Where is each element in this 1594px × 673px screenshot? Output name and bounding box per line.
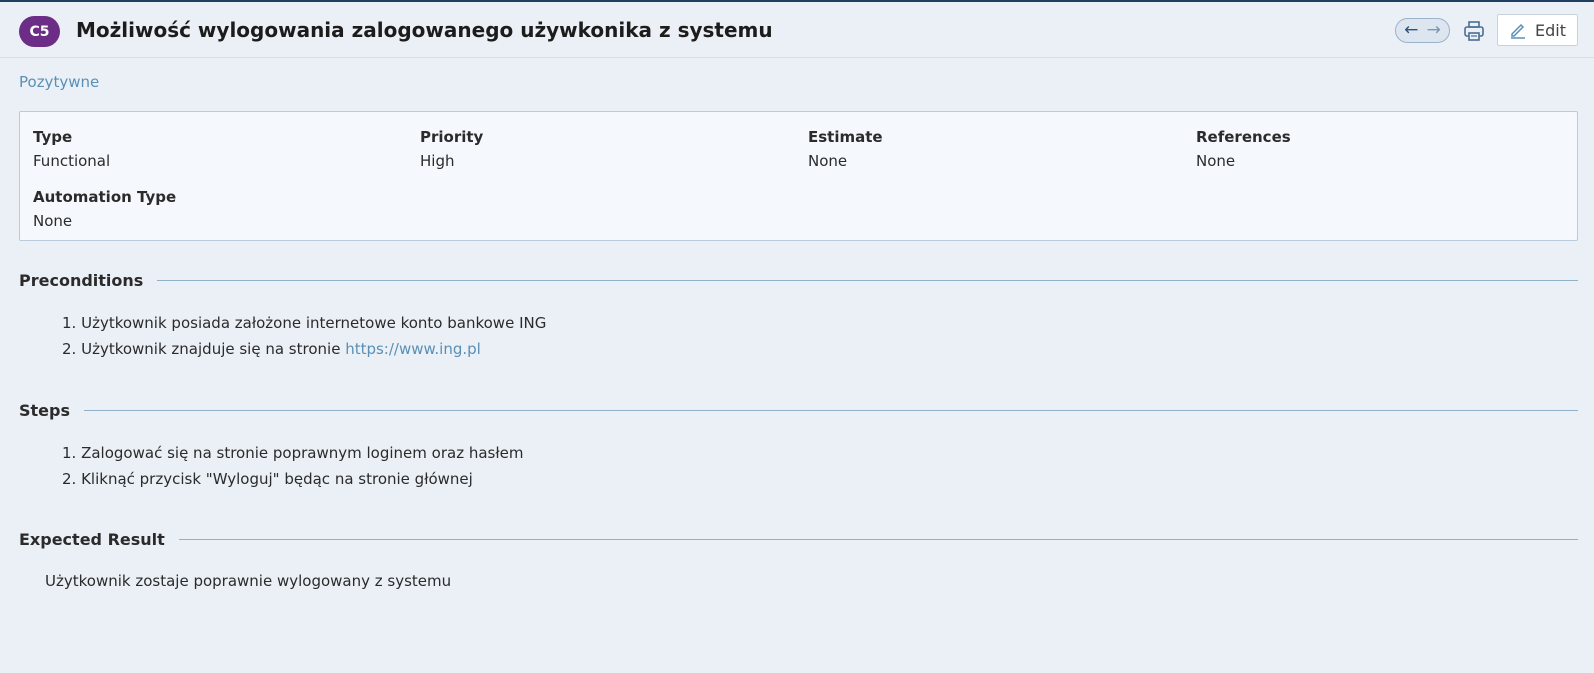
preconditions-heading: Preconditions: [19, 270, 144, 290]
section-link[interactable]: Pozytywne: [19, 73, 99, 91]
divider: [178, 538, 1578, 540]
steps-header: Steps: [19, 399, 1578, 421]
field-type-value: Functional: [33, 152, 111, 170]
printer-icon: [1464, 21, 1484, 41]
edit-button[interactable]: Edit: [1497, 14, 1578, 46]
divider: [84, 409, 1578, 411]
arrow-right-icon[interactable]: →: [1427, 22, 1441, 39]
list-item: 1. Zalogować się na stronie poprawnym lo…: [62, 440, 523, 466]
edit-button-label: Edit: [1535, 20, 1566, 40]
list-item: 1. Użytkownik posiada założone interneto…: [62, 310, 546, 336]
arrow-left-icon[interactable]: ←: [1404, 22, 1418, 39]
expected-result-header: Expected Result: [19, 528, 1578, 550]
field-type-label: Type: [33, 128, 73, 146]
field-automation-type-label: Automation Type: [33, 188, 177, 206]
field-priority-label: Priority: [420, 128, 484, 146]
field-priority: Priority High: [420, 128, 483, 170]
page-header: C5 Możliwość wylogowania zalogowanego uż…: [0, 2, 1594, 58]
field-references: References None: [1196, 128, 1291, 170]
steps-heading: Steps: [19, 400, 70, 420]
list-item-text: Użytkownik posiada założone internetowe …: [81, 314, 547, 332]
list-item-number: 1.: [62, 444, 77, 462]
case-details-box: Type Functional Priority High Estimate N…: [19, 111, 1578, 241]
field-priority-value: High: [420, 152, 455, 170]
field-estimate-label: Estimate: [808, 128, 883, 146]
ing-link[interactable]: https://www.ing.pl: [345, 340, 481, 358]
preconditions-list: 1. Użytkownik posiada założone interneto…: [62, 310, 546, 362]
list-item-number: 1.: [62, 314, 77, 332]
case-id-badge: C5: [19, 16, 60, 47]
case-navigation: ← →: [1395, 18, 1450, 43]
field-estimate: Estimate None: [808, 128, 883, 170]
field-estimate-value: None: [808, 152, 848, 170]
list-item-number: 2.: [62, 340, 77, 358]
field-references-label: References: [1196, 128, 1291, 146]
steps-list: 1. Zalogować się na stronie poprawnym lo…: [62, 440, 523, 492]
preconditions-header: Preconditions: [19, 269, 1578, 291]
list-item-number: 2.: [62, 470, 77, 488]
list-item: 2. Użytkownik znajduje się na stronie ht…: [62, 336, 546, 362]
list-item: 2. Kliknąć przycisk "Wyloguj" będąc na s…: [62, 466, 523, 492]
list-item-text: Zalogować się na stronie poprawnym login…: [81, 444, 524, 462]
field-automation-type-value: None: [33, 212, 73, 230]
page-title: Możliwość wylogowania zalogowanego używk…: [76, 18, 773, 42]
divider: [157, 279, 1578, 281]
print-button[interactable]: [1462, 19, 1486, 43]
expected-result-text: Użytkownik zostaje poprawnie wylogowany …: [45, 572, 452, 590]
field-references-value: None: [1196, 152, 1236, 170]
field-type: Type Functional: [33, 128, 110, 170]
pencil-icon: [1511, 23, 1525, 39]
list-item-text: Użytkownik znajduje się na stronie: [81, 340, 346, 358]
field-automation-type: Automation Type None: [33, 188, 176, 230]
list-item-text: Kliknąć przycisk "Wyloguj" będąc na stro…: [81, 470, 473, 488]
expected-result-heading: Expected Result: [19, 529, 165, 549]
